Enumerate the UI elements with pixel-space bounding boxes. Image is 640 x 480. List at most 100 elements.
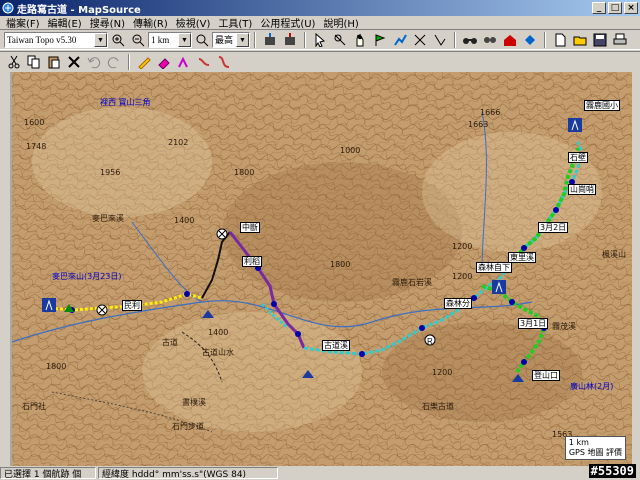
detail-select[interactable]: 最高 ▼ [212, 31, 250, 48]
close-button[interactable]: × [624, 2, 638, 14]
eraser-icon[interactable] [156, 54, 172, 70]
menu-help[interactable]: 說明(H) [319, 15, 362, 30]
receive-device-icon[interactable] [262, 32, 278, 48]
app-icon [2, 2, 14, 14]
undo-icon[interactable] [86, 54, 102, 70]
svg-text:R: R [427, 337, 433, 346]
print-icon[interactable] [612, 32, 628, 48]
status-coords: 經緯度 hddd° mm'ss.s"(WGS 84) [98, 467, 278, 480]
title-bar: 走路寫古道 - MapSource _ □ × [0, 0, 640, 16]
waypoint-edit-icon[interactable] [136, 54, 152, 70]
elevation-label: 1956 [100, 168, 121, 177]
waypoint-label[interactable]: 霧鹿國小 [584, 100, 620, 111]
window-title: 走路寫古道 - MapSource [17, 4, 141, 16]
legend-label: GPS 地圖 評價 [568, 448, 622, 457]
place-label: 霧茂溪 [552, 322, 576, 331]
elevation-label: 1000 [340, 146, 361, 155]
chevron-down-icon: ▼ [94, 32, 107, 47]
elevation-label: 1200 [452, 242, 473, 251]
place-label: 麥巴來溪 [92, 214, 124, 223]
waypoint-label[interactable]: 3月1日 [518, 318, 549, 329]
waypoint-label[interactable]: 森林自下 [476, 262, 512, 273]
separator [454, 31, 456, 48]
save-file-icon[interactable] [592, 32, 608, 48]
open-file-icon[interactable] [572, 32, 588, 48]
paste-icon[interactable] [46, 54, 62, 70]
separator [544, 31, 546, 48]
pointer-icon[interactable] [312, 32, 328, 48]
waypoint-label[interactable]: 民利 [122, 300, 142, 311]
separator [128, 53, 130, 70]
find-address-icon[interactable] [502, 32, 518, 48]
peak-label: 廣山林(2月) [570, 382, 614, 391]
right-ruler [632, 72, 640, 466]
maximize-button[interactable]: □ [608, 2, 622, 14]
place-label: 霧鹿石岩溪 [392, 278, 432, 287]
cut-icon[interactable] [6, 54, 22, 70]
waypoint-label[interactable]: 石壁 [568, 152, 588, 163]
elevation-label: 1800 [46, 362, 67, 371]
chevron-down-icon: ▼ [178, 32, 191, 47]
map-frame: R 裡西 寶山三角 麥巴來山(3月23日) 廣山林(2月) 1600 2102 … [0, 72, 640, 466]
waypoint-label[interactable]: 古道溪 [322, 340, 350, 351]
zoom-icon[interactable] [194, 32, 210, 48]
zoom-select[interactable]: 1 km ▼ [148, 31, 192, 48]
binoculars-icon[interactable] [462, 32, 478, 48]
route-edit-icon[interactable] [216, 54, 232, 70]
menu-edit[interactable]: 編輯(E) [44, 15, 86, 30]
menu-file[interactable]: 檔案(F) [2, 15, 44, 30]
menu-bar: 檔案(F) 編輯(E) 搜尋(N) 傳輸(R) 檢視(V) 工具(T) 公用程式… [0, 16, 640, 30]
route-tool-icon[interactable] [392, 32, 408, 48]
join-track-icon[interactable] [196, 54, 212, 70]
watermark: #55309 [588, 464, 636, 478]
waypoint-label[interactable]: 利稻 [242, 256, 262, 267]
find-nearby-icon[interactable] [522, 32, 538, 48]
measure-tool-icon[interactable] [432, 32, 448, 48]
elevation-label: 1400 [174, 216, 195, 225]
zoom-out-icon[interactable] [130, 32, 146, 48]
waypoint-label[interactable]: 登山口 [532, 370, 560, 381]
peak-label: 麥巴來山(3月23日) [52, 272, 122, 281]
toolbar-edit [0, 51, 640, 71]
new-file-icon[interactable] [552, 32, 568, 48]
separator [254, 31, 256, 48]
waypoint-label[interactable]: 中斷 [240, 222, 260, 233]
terrain-layer: R [12, 72, 632, 466]
map-view[interactable]: R 裡西 寶山三角 麥巴來山(3月23日) 廣山林(2月) 1600 2102 … [12, 72, 632, 466]
find-places-icon[interactable] [482, 32, 498, 48]
elevation-label: 1800 [234, 168, 255, 177]
send-device-icon[interactable] [282, 32, 298, 48]
chevron-down-icon: ▼ [236, 32, 249, 47]
minimize-button[interactable]: _ [592, 2, 606, 14]
elevation-label: 1800 [330, 260, 351, 269]
menu-transfer[interactable]: 傳輸(R) [129, 15, 172, 30]
select-tool-icon[interactable] [332, 32, 348, 48]
zoom-value: 1 km [151, 34, 170, 45]
map-product-select[interactable]: Taiwan Topo v5.30 ▼ [4, 31, 108, 48]
menu-view[interactable]: 檢視(V) [172, 15, 215, 30]
redo-icon[interactable] [106, 54, 122, 70]
zoom-in-icon[interactable] [110, 32, 126, 48]
waypoint-label[interactable]: 3月2日 [538, 222, 569, 233]
elevation-label: 2102 [168, 138, 189, 147]
menu-search[interactable]: 搜尋(N) [86, 15, 129, 30]
track-tool-icon[interactable] [412, 32, 428, 48]
status-bar: 已選擇 1 個航跡 個 經緯度 hddd° mm'ss.s"(WGS 84) [0, 466, 640, 480]
divide-track-icon[interactable] [176, 54, 192, 70]
status-selection: 已選擇 1 個航跡 個 [0, 467, 96, 480]
waypoint-label[interactable]: 森林分 [444, 298, 472, 309]
waypoint-label[interactable]: 東里溪 [508, 252, 536, 263]
copy-icon[interactable] [26, 54, 42, 70]
elevation-label: 1400 [208, 328, 229, 337]
menu-tools[interactable]: 工具(T) [214, 15, 256, 30]
delete-icon[interactable] [66, 54, 82, 70]
scale-label: 1 km [568, 438, 589, 447]
menu-utilities[interactable]: 公用程式(U) [256, 15, 319, 30]
place-label: 書樸溪 [182, 398, 206, 407]
waypoint-label[interactable]: 山崗哨 [568, 184, 596, 195]
separator [304, 31, 306, 48]
place-label: 石樂古道 [422, 402, 454, 411]
elevation-label: 1200 [432, 368, 453, 377]
hand-icon[interactable] [352, 32, 368, 48]
waypoint-tool-icon[interactable] [372, 32, 388, 48]
